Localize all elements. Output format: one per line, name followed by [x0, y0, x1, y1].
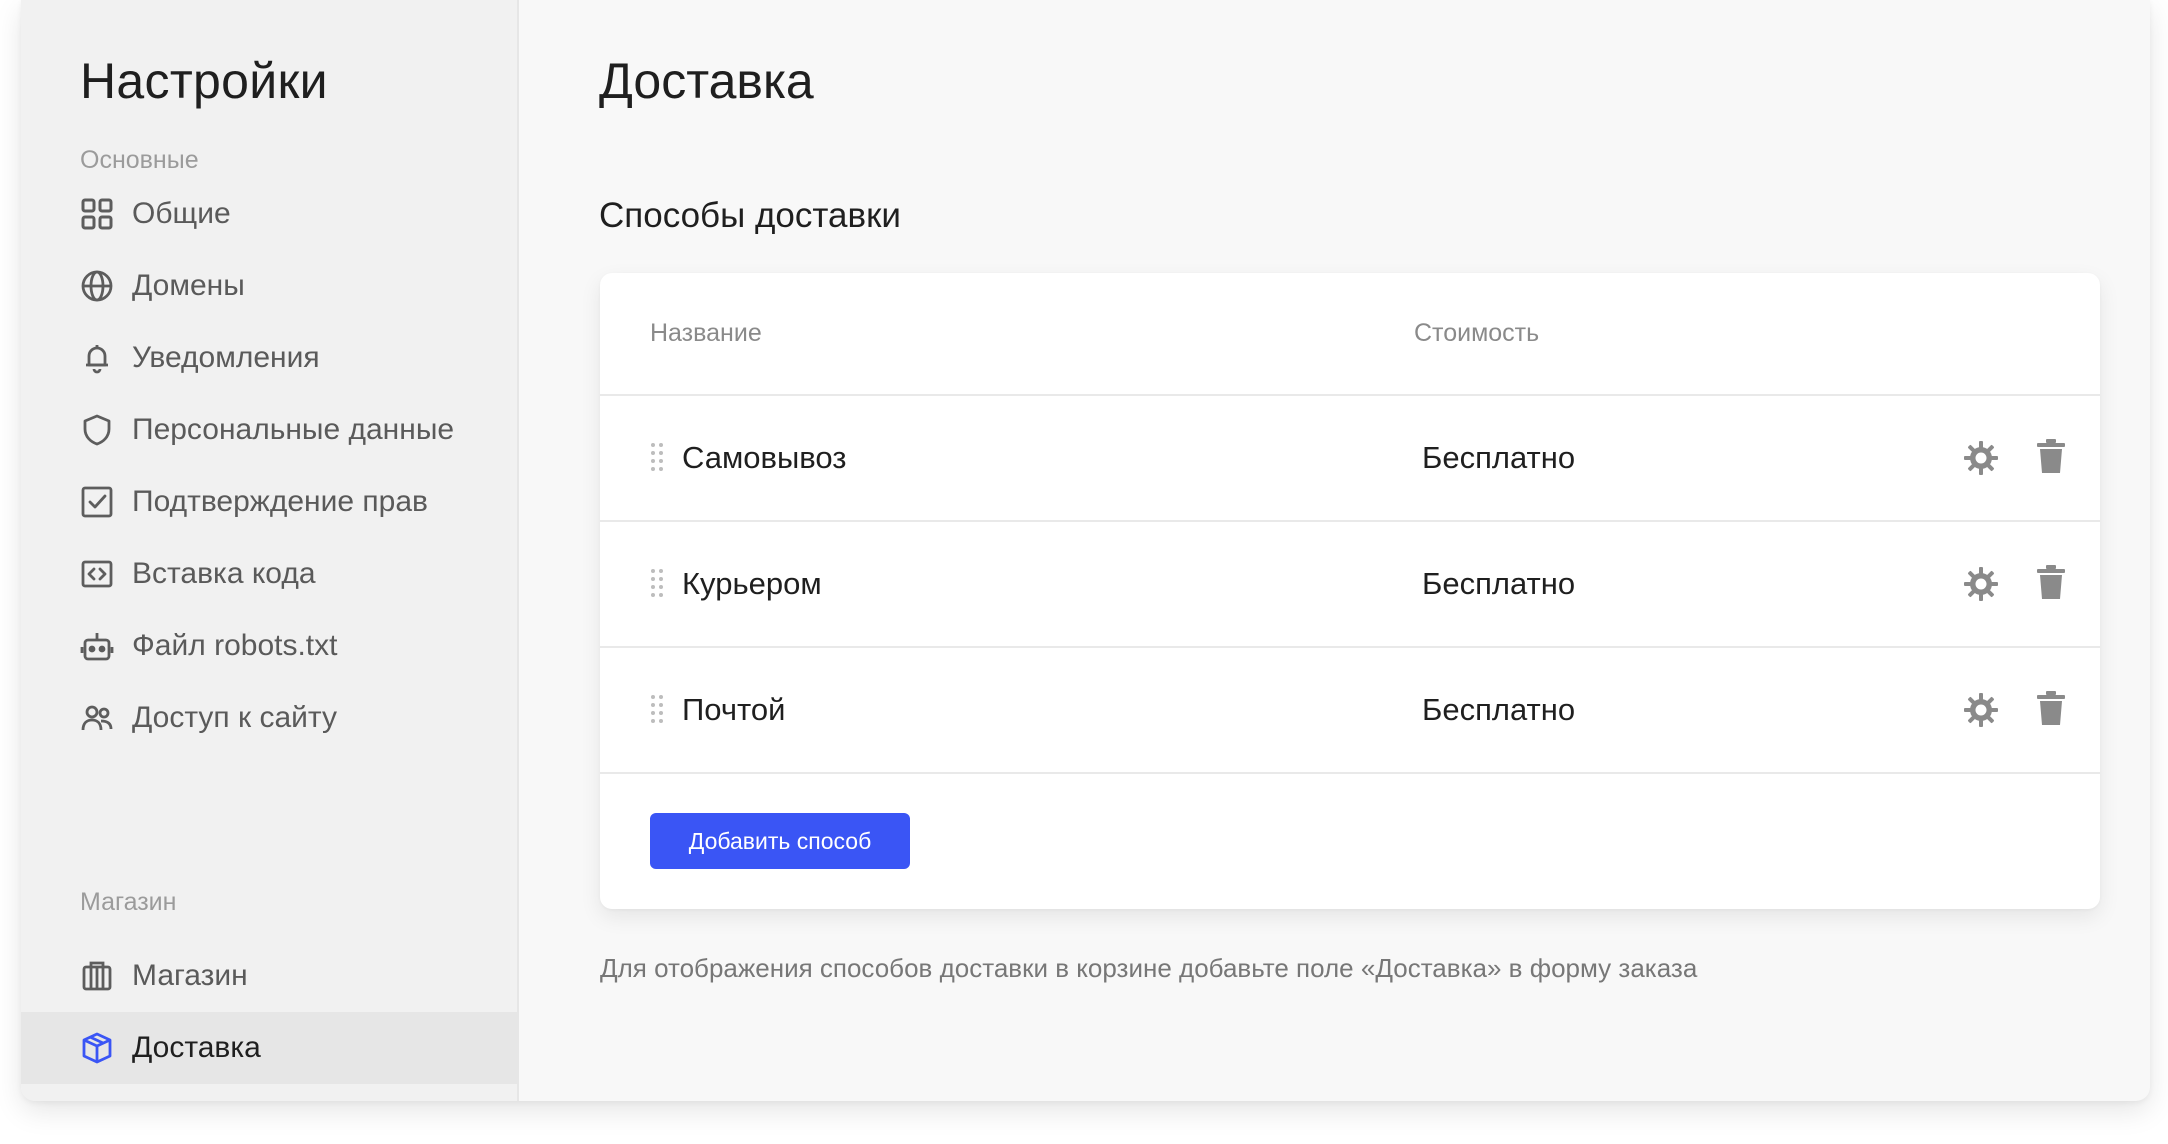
main-content: Доставка Способы доставки Название Стоим… — [21, 0, 2150, 1101]
drag-handle-icon[interactable] — [650, 568, 664, 598]
delivery-method-name: Почтой — [682, 692, 786, 727]
drag-handle-icon[interactable] — [650, 694, 664, 724]
section-title: Способы доставки — [599, 196, 901, 235]
drag-handle-icon[interactable] — [650, 442, 664, 472]
page-title: Доставка — [599, 53, 814, 109]
settings-window: Настройки Основные Общие Домены Уведомле… — [21, 0, 2150, 1101]
delivery-hint-text: Для отображения способов доставки в корз… — [600, 953, 1698, 983]
gear-icon[interactable] — [1963, 566, 1999, 602]
delivery-methods-table: Название Стоимость Самовывоз Бесплатно К… — [600, 273, 2100, 909]
delivery-method-cost: Бесплатно — [1422, 566, 1576, 601]
delivery-method-name: Самовывоз — [682, 440, 847, 475]
table-row: Почтой Бесплатно — [600, 648, 2100, 774]
table-row: Самовывоз Бесплатно — [600, 396, 2100, 522]
column-header-cost: Стоимость — [1414, 319, 1540, 347]
trash-icon[interactable] — [2036, 564, 2066, 600]
table-header: Название Стоимость — [600, 273, 2100, 396]
table-row: Курьером Бесплатно — [600, 522, 2100, 648]
trash-icon[interactable] — [2036, 438, 2066, 474]
delivery-method-cost: Бесплатно — [1422, 692, 1576, 727]
delivery-method-cost: Бесплатно — [1422, 440, 1576, 475]
delivery-method-name: Курьером — [682, 566, 822, 601]
add-delivery-method-button[interactable]: Добавить способ — [650, 813, 910, 869]
column-header-name: Название — [650, 319, 762, 347]
gear-icon[interactable] — [1963, 692, 1999, 728]
trash-icon[interactable] — [2036, 690, 2066, 726]
gear-icon[interactable] — [1963, 440, 1999, 476]
